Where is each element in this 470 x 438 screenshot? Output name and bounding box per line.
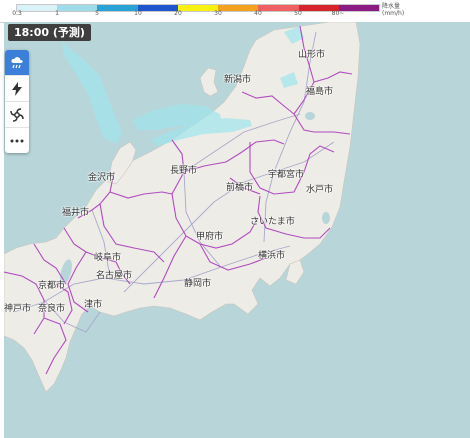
legend-tick: 20 [174, 10, 182, 17]
rain-icon [11, 56, 23, 68]
legend-tick: 5 [95, 10, 99, 17]
city-label: 京都市 [38, 281, 66, 291]
legend-swatch [97, 5, 138, 11]
precipitation-legend: 0.3 1 5 10 20 30 40 50 80~ 降水量 (mm/h) [0, 0, 470, 23]
rain-radar-app: 0.3 1 5 10 20 30 40 50 80~ 降水量 (mm/h) 山形… [0, 0, 470, 438]
city-label: 津市 [84, 300, 103, 310]
more-icon [10, 139, 24, 142]
legend-tick: 80~ [331, 10, 345, 17]
legend-tick: 1 [55, 10, 59, 17]
legend-unit: 降水量 (mm/h) [382, 3, 404, 17]
city-label: 福島市 [306, 87, 334, 97]
legend-unit-name: 降水量 [382, 3, 401, 10]
more-options-button[interactable] [5, 128, 29, 153]
forecast-time-badge: 18:00 (予測) [8, 24, 91, 41]
city-label: 福井市 [62, 208, 90, 218]
city-label: 甲府市 [196, 232, 224, 242]
legend-swatch [218, 5, 259, 11]
precip-area [62, 42, 122, 144]
legend-tick: 50 [294, 10, 302, 17]
typhoon-icon [10, 107, 24, 122]
city-label: 岐阜市 [94, 253, 122, 263]
lake-inawashiro [305, 112, 315, 120]
lightning-layer-button[interactable] [5, 76, 29, 102]
sado-island [199, 67, 219, 97]
city-label: 名古屋市 [96, 271, 133, 281]
city-label: 前橋市 [226, 183, 254, 193]
legend-swatch [57, 5, 98, 11]
legend-swatch [17, 5, 58, 11]
city-label: 宇都宮市 [268, 170, 305, 180]
legend-tick: 10 [134, 10, 142, 17]
city-label: 新潟市 [224, 75, 252, 85]
legend-swatch [177, 5, 219, 11]
radar-map[interactable]: 山形市 新潟市 福島市 金沢市 長野市 宇都宮市 前橋市 水戸市 福井市 さいた… [4, 22, 470, 438]
lightning-icon [12, 81, 22, 96]
legend-tick: 30 [214, 10, 222, 17]
legend-swatch [137, 5, 178, 11]
city-label: 山形市 [298, 50, 326, 60]
city-label: 横浜市 [258, 251, 286, 261]
land-mass [4, 22, 361, 393]
city-label: 長野市 [170, 166, 198, 176]
legend-unit-measure: (mm/h) [382, 10, 405, 17]
city-label: 神戸市 [4, 304, 32, 314]
legend-tick: 40 [254, 10, 262, 17]
city-label: 水戸市 [306, 185, 334, 195]
legend-color-bar [16, 4, 380, 12]
rain-layer-button[interactable] [5, 50, 29, 76]
city-label: 静岡市 [184, 279, 212, 289]
city-label: 奈良市 [38, 304, 66, 314]
layer-toolbar [5, 50, 29, 153]
legend-tick: 0.3 [12, 10, 22, 17]
legend-swatch [258, 5, 299, 11]
legend-swatch [338, 5, 379, 11]
city-label: さいたま市 [250, 217, 295, 227]
lake-kasumigaura [322, 212, 330, 224]
typhoon-layer-button[interactable] [5, 102, 29, 128]
city-label: 金沢市 [88, 173, 116, 183]
